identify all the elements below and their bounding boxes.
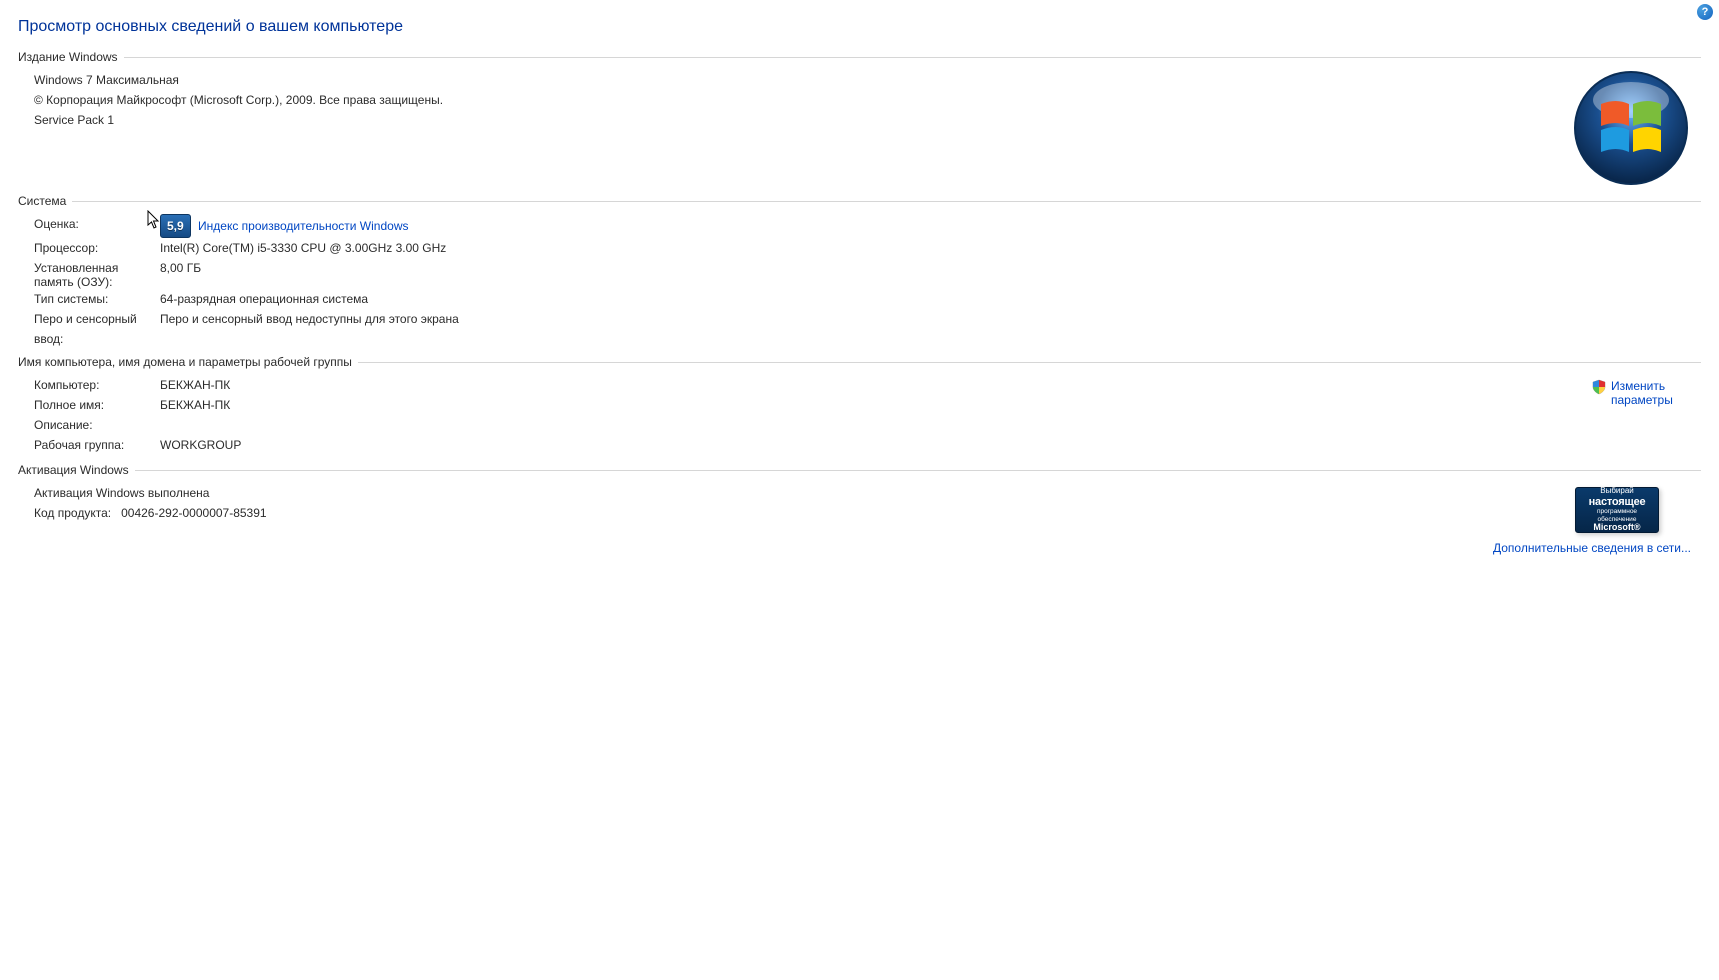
divider [72,201,1701,202]
change-settings-link[interactable]: Изменить параметры [1591,379,1691,407]
workgroup-label: Рабочая группа: [34,435,160,455]
cpu-label: Процессор: [34,238,160,258]
pen-touch-value: Перо и сенсорный ввод недоступны для это… [160,309,1701,329]
page-title: Просмотр основных сведений о вашем компь… [18,18,1701,36]
ram-value: 8,00 ГБ [160,258,1701,278]
system-properties-page: Просмотр основных сведений о вашем компь… [0,0,1719,523]
section-windows-edition: Издание Windows Windows 7 Максимальная ©… [18,50,1701,130]
section-system: Система Оценка: 5,9 Индекс производитель… [18,194,1701,349]
edition-service-pack: Service Pack 1 [34,110,1701,130]
section-header-naming: Имя компьютера, имя домена и параметры р… [18,355,358,369]
fullname-value: БЕКЖАН-ПК [160,395,1701,415]
rating-badge[interactable]: 5,9 [160,214,191,238]
windows-logo-icon [1571,68,1691,188]
genuine-microsoft-badge[interactable]: Выбирай настоящее программное обеспечени… [1575,487,1659,533]
section-header-system: Система [18,194,72,208]
section-header-edition: Издание Windows [18,50,124,64]
fullname-label: Полное имя: [34,395,160,415]
genuine-line3: программное обеспечение [1579,508,1655,522]
system-type-label: Тип системы: [34,289,160,309]
divider [124,57,1701,58]
divider [358,362,1701,363]
edition-copyright: © Корпорация Майкрософт (Microsoft Corp.… [34,90,1701,110]
change-settings-text: Изменить параметры [1611,379,1691,407]
workgroup-value: WORKGROUP [160,435,1701,455]
performance-index-link[interactable]: Индекс производительности Windows [198,219,408,233]
product-id-label: Код продукта: [34,506,111,520]
pen-touch-label: Перо и сенсорный ввод: [34,309,160,349]
ram-label: Установленная память (ОЗУ): [34,258,160,289]
product-id-value: 00426-292-0000007-85391 [121,506,266,520]
computer-label: Компьютер: [34,375,160,395]
section-computer-name: Имя компьютера, имя домена и параметры р… [18,355,1701,455]
system-type-value: 64-разрядная операционная система [160,289,1701,309]
activation-status: Активация Windows выполнена [34,483,1701,503]
cpu-value: Intel(R) Core(TM) i5-3330 CPU @ 3.00GHz … [160,238,1701,258]
genuine-line2: настоящее [1579,496,1655,508]
description-label: Описание: [34,415,160,435]
divider [135,470,1701,471]
section-activation: Активация Windows Активация Windows выпо… [18,463,1701,523]
computer-value: БЕКЖАН-ПК [160,375,1701,395]
section-header-activation: Активация Windows [18,463,135,477]
shield-icon [1591,379,1607,395]
more-info-online-link[interactable]: Дополнительные сведения в сети... [1493,541,1691,555]
genuine-line4: Microsoft® [1579,523,1655,533]
genuine-line1: Выбирай [1579,487,1655,496]
rating-label: Оценка: [34,214,160,234]
edition-name: Windows 7 Максимальная [34,70,1701,90]
